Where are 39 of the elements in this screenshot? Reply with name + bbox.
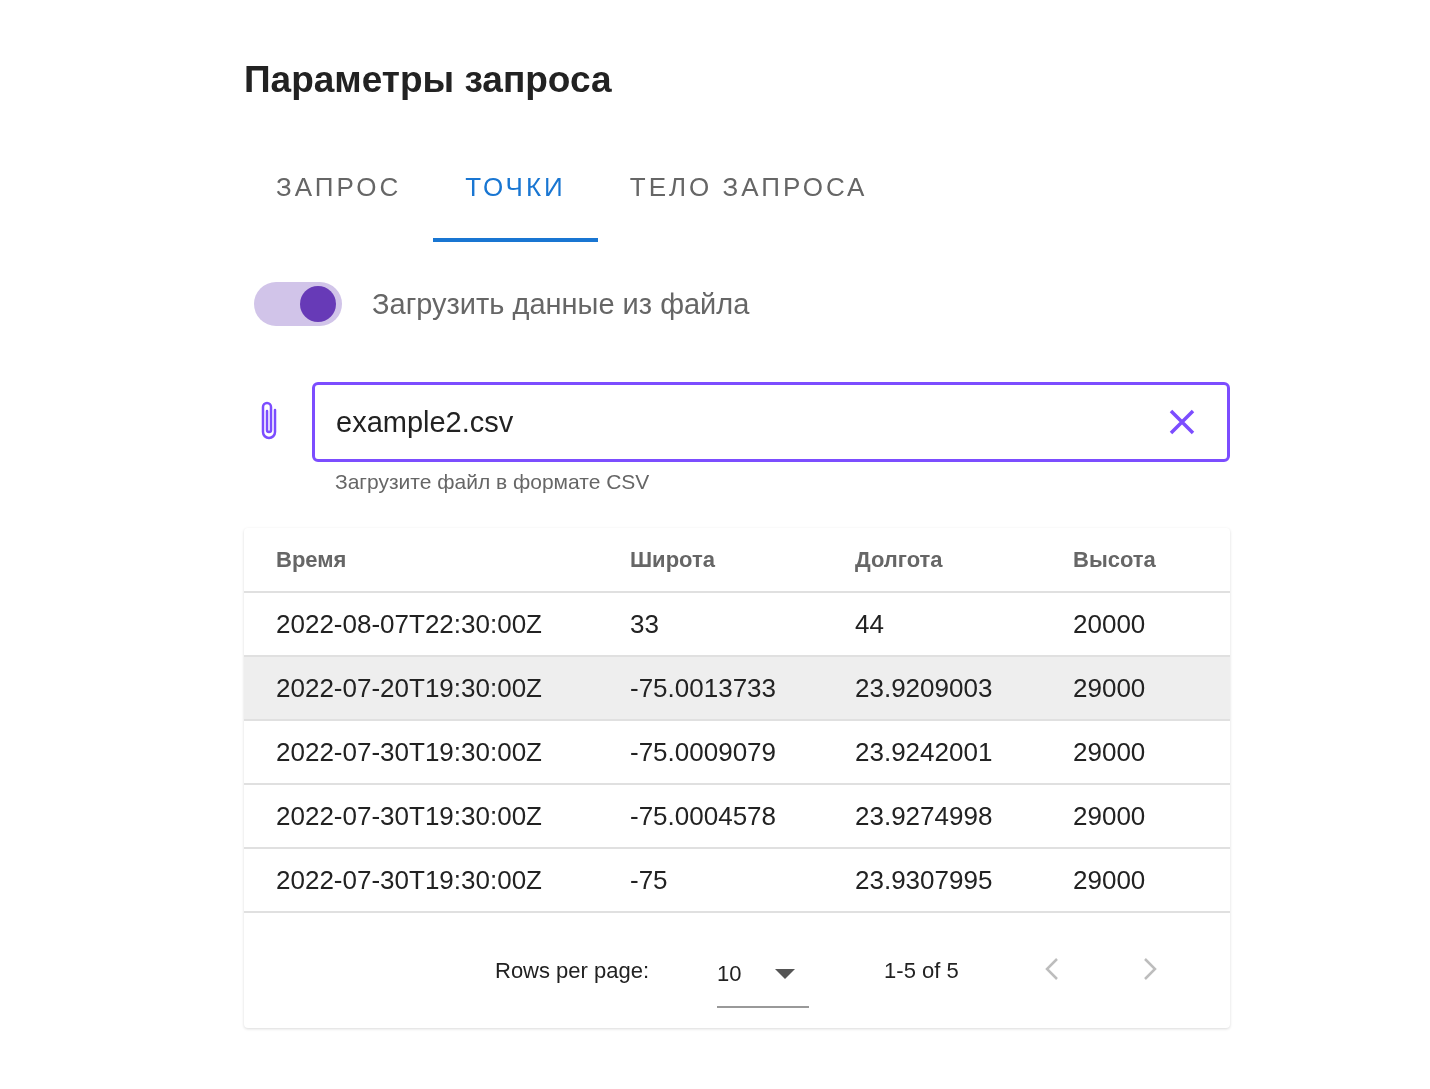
table-cell: 2022-07-30T19:30:00Z bbox=[244, 784, 598, 848]
table-cell: -75.0013733 bbox=[598, 656, 823, 720]
table-cell: 23.9242001 bbox=[823, 720, 1041, 784]
table-row[interactable]: 2022-07-30T19:30:00Z -75.0009079 23.9242001 29000 bbox=[244, 720, 1230, 784]
close-icon[interactable] bbox=[1167, 407, 1197, 437]
tab[interactable]: ТЕЛО ЗАПРОСА bbox=[597, 150, 900, 242]
toggle-switch[interactable] bbox=[254, 282, 342, 326]
table-cell: 23.9274998 bbox=[823, 784, 1041, 848]
table-row[interactable]: 2022-07-20T19:30:00Z -75.0013733 23.9209003 29000 bbox=[244, 656, 1230, 720]
page-range: 1-5 of 5 bbox=[884, 957, 959, 984]
table-cell: 29000 bbox=[1041, 784, 1230, 848]
table-cell: -75.0009079 bbox=[598, 720, 823, 784]
table-cell: 2022-07-30T19:30:00Z bbox=[244, 848, 598, 912]
table-cell: -75 bbox=[598, 848, 823, 912]
table-row[interactable]: 2022-07-30T19:30:00Z -75 23.9307995 29000 bbox=[244, 848, 1230, 912]
column-header: Время bbox=[244, 528, 598, 592]
column-header: Долгота bbox=[823, 528, 1041, 592]
tab[interactable]: ТОЧКИ bbox=[433, 150, 598, 242]
rows-per-page-label: Rows per page: bbox=[495, 957, 650, 984]
dropdown-caret-icon bbox=[775, 968, 796, 979]
dialog-title: Параметры запроса bbox=[244, 58, 613, 102]
column-header: Высота bbox=[1041, 528, 1230, 592]
chevron-left-icon bbox=[1044, 957, 1059, 981]
table-cell: 2022-07-30T19:30:00Z bbox=[244, 720, 598, 784]
table-cell: 29000 bbox=[1041, 656, 1230, 720]
tab[interactable]: ЗАПРОС bbox=[244, 150, 434, 242]
table-cell: 2022-07-20T19:30:00Z bbox=[244, 656, 598, 720]
table-cell: -75.0004578 bbox=[598, 784, 823, 848]
rows-per-page-select[interactable]: 10 bbox=[717, 941, 810, 1008]
table-cell: 29000 bbox=[1041, 720, 1230, 784]
column-header: Широта bbox=[598, 528, 823, 592]
chevron-right-icon bbox=[1142, 957, 1157, 981]
table-row[interactable]: 2022-07-30T19:30:00Z -75.0004578 23.9274998 29000 bbox=[244, 784, 1230, 848]
toggle-label: Загрузить данные из файла bbox=[372, 287, 750, 321]
table-cell: 23.9307995 bbox=[823, 848, 1041, 912]
table-cell: 23.9209003 bbox=[823, 656, 1041, 720]
field-hint: Загрузите файл в формате CSV bbox=[334, 469, 651, 494]
table-cell: 29000 bbox=[1041, 848, 1230, 912]
file-input-field[interactable]: example2.csv bbox=[312, 382, 1230, 462]
